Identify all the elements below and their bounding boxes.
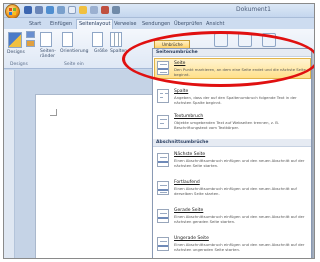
even-page-icon (157, 209, 169, 223)
size-icon[interactable] (92, 32, 103, 47)
tab-insert[interactable]: Einfügen (48, 20, 74, 29)
office-logo-icon (9, 8, 16, 15)
open-icon[interactable] (79, 6, 87, 14)
continuous-icon (157, 181, 169, 195)
orientation-button-label: Orientierung (60, 49, 89, 54)
window-title: Dokument1 (236, 6, 271, 13)
menu-item-description: Den Punkt markieren, an dem eine Seite e… (174, 67, 306, 77)
menu-item-description: Einen Abschnittsumbruch einfügen und den… (174, 214, 305, 224)
margins-icon[interactable] (40, 32, 52, 47)
columns-button-label: Spalten (110, 49, 128, 54)
section-header-page-breaks: Seitenumbrüche (153, 49, 311, 57)
colors-icon[interactable] (26, 31, 35, 38)
menu-item-next-page[interactable]: Nächste Seite Einen Abschnittsumbruch ei… (153, 149, 311, 175)
watermark-icon[interactable] (214, 33, 228, 47)
menu-item-description: Objekte umgebenden Text auf Webseiten tr… (174, 120, 280, 130)
text-wrap-icon (157, 115, 169, 129)
columns-icon[interactable] (110, 32, 122, 47)
menu-item-title: Gerade Seite (174, 208, 204, 213)
themes-icon[interactable] (8, 32, 22, 48)
breaks-menu: Seitenumbrüche Seite Den Punkt markieren… (152, 48, 312, 258)
office-button[interactable] (5, 4, 20, 19)
print-icon[interactable] (90, 6, 98, 14)
menu-item-description: Einen Abschnittsumbruch einfügen und den… (174, 158, 305, 168)
column-break-icon (157, 89, 169, 103)
menu-item-title: Seite (174, 61, 186, 66)
menu-item-continuous[interactable]: Fortlaufend Einen Abschnittsumbruch einf… (153, 177, 311, 203)
menu-item-title: Nächste Seite (174, 152, 206, 157)
menu-item-title: Fortlaufend (174, 180, 200, 185)
margin-corner-mark (50, 109, 57, 116)
menu-item-title: Spalte (174, 89, 189, 94)
menu-item-page-break[interactable]: Seite Den Punkt markieren, an dem eine S… (153, 58, 311, 79)
tab-review[interactable]: Überprüfen (172, 20, 204, 29)
group-label-page-setup: Seite ein (64, 62, 84, 67)
group-label-designs: Designs (10, 62, 28, 67)
orientation-icon[interactable] (62, 32, 73, 47)
menu-item-description: Einen Abschnittsumbruch einfügen und den… (174, 242, 305, 252)
menu-item-title: Ungerade Seite (174, 236, 209, 241)
customize-icon[interactable] (112, 6, 120, 14)
save-icon[interactable] (24, 6, 32, 14)
menu-item-text-wrapping[interactable]: Textumbruch Objekte umgebenden Text auf … (153, 111, 311, 137)
themes-button-label: Designs (7, 50, 25, 55)
tab-page-layout[interactable]: Seitenlayout (76, 19, 114, 29)
section-header-section-breaks: Abschnittsumbrüche (153, 139, 311, 147)
fonts-icon[interactable] (26, 40, 35, 47)
odd-page-icon (157, 237, 169, 251)
spelling-icon[interactable] (101, 6, 109, 14)
tab-references[interactable]: Verweise (112, 20, 138, 29)
ribbon-tabs: Start Einfügen Seitenlayout Verweise Sen… (4, 18, 314, 29)
size-button-label: Größe (94, 49, 108, 54)
menu-item-even-page[interactable]: Gerade Seite Einen Abschnittsumbruch ein… (153, 205, 311, 231)
menu-item-description: Einen Abschnittsumbruch einfügen und den… (174, 186, 297, 196)
undo-icon[interactable] (46, 6, 54, 14)
vertical-ruler (4, 70, 15, 258)
menu-item-description: Angeben, dass der auf den Spaltenumbruch… (174, 95, 297, 105)
next-page-icon (157, 153, 169, 167)
redo-icon[interactable] (57, 6, 65, 14)
tab-start[interactable]: Start (27, 20, 43, 29)
page-break-icon (157, 61, 169, 75)
menu-item-odd-page[interactable]: Ungerade Seite Einen Abschnittsumbruch e… (153, 233, 311, 258)
tab-view[interactable]: Ansicht (204, 20, 226, 29)
new-document-icon[interactable] (68, 6, 76, 14)
menu-item-title: Textumbruch (174, 114, 204, 119)
quick-access-icon[interactable] (35, 6, 43, 14)
page-color-icon[interactable] (238, 33, 252, 47)
tab-mailings[interactable]: Sendungen (140, 20, 172, 29)
title-bar: Dokument1 (4, 4, 314, 19)
menu-item-column-break[interactable]: Spalte Angeben, dass der auf den Spalten… (153, 86, 311, 110)
margins-button-label: Seiten- ränder (40, 49, 56, 59)
word-window: Dokument1 Start Einfügen Seitenlayout Ve… (3, 3, 315, 259)
page-borders-icon[interactable] (262, 33, 276, 47)
